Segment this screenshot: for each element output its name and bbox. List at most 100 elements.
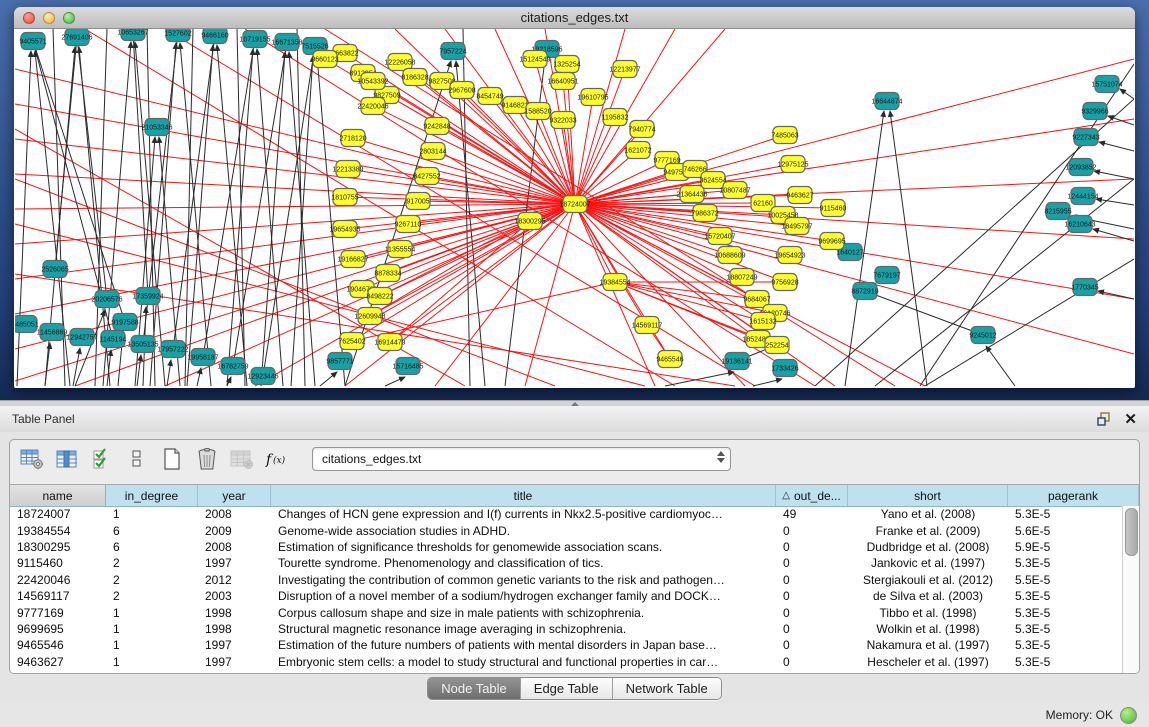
graph-node[interactable]: 10543392 [357, 73, 388, 90]
table-cell[interactable]: 2003 [198, 589, 271, 603]
column-header-title[interactable]: title [271, 485, 776, 506]
table-cell[interactable]: Corpus callosum shape and size in male p… [271, 606, 776, 620]
graph-node[interactable]: 16644874 [871, 93, 902, 110]
column-header-in_degree[interactable]: in_degree [106, 485, 198, 506]
table-cell[interactable]: Tibbo et al. (1998) [848, 606, 1008, 620]
row-height-button[interactable] [125, 446, 149, 472]
new-table-button[interactable] [160, 446, 184, 472]
table-row[interactable]: 1938455462009Genome-wide association stu… [10, 522, 1123, 538]
graph-node[interactable]: 15720407 [704, 228, 735, 245]
table-cell[interactable]: Stergiakouli et al. (2012) [848, 573, 1008, 587]
graph-node[interactable]: 22420046 [357, 98, 388, 115]
graph-node[interactable]: 7625402 [338, 333, 365, 350]
table-selector-dropdown[interactable]: citations_edges.txt [312, 447, 731, 471]
graph-node[interactable]: 9465546 [656, 351, 683, 368]
float-panel-button[interactable] [1097, 412, 1112, 427]
tab-edge-table[interactable]: Edge Table [521, 678, 613, 699]
close-panel-button[interactable]: ✕ [1124, 412, 1137, 427]
graph-node[interactable]: 252254 [765, 337, 789, 354]
graph-node[interactable]: 7986372 [691, 205, 718, 222]
table-cell[interactable]: Nakamura et al. (1997) [848, 638, 1008, 652]
zoom-window-button[interactable] [63, 12, 75, 24]
graph-node[interactable]: 2526065 [41, 261, 68, 278]
graph-node[interactable]: 19958187 [187, 349, 218, 366]
graph-node[interactable]: 19136141 [721, 353, 752, 370]
graph-node[interactable]: 19166827 [337, 251, 368, 268]
graph-node[interactable]: 2718120 [339, 130, 366, 147]
column-header-pagerank[interactable]: pagerank [1008, 485, 1139, 506]
graph-node[interactable]: 19654935 [329, 221, 360, 238]
graph-node[interactable]: 8878334 [374, 265, 401, 282]
table-cell[interactable]: 0 [776, 655, 848, 669]
table-cell[interactable]: 2012 [198, 573, 271, 587]
black-edge[interactable] [203, 39, 255, 357]
function-builder-button[interactable]: f (x) [265, 446, 295, 472]
table-cell[interactable]: 1997 [198, 556, 271, 570]
table-cell[interactable]: 2008 [198, 540, 271, 554]
table-row[interactable]: 977716911998Corpus callosum shape and si… [10, 604, 1123, 620]
table-cell[interactable]: 1 [106, 655, 198, 669]
table-cell[interactable]: 5.3E-5 [1008, 589, 1123, 603]
graph-node[interactable]: 15751074 [1091, 76, 1122, 93]
graph-node[interactable]: 9466160 [201, 29, 228, 44]
graph-node[interactable]: 9227343 [1072, 129, 1099, 146]
graph-node[interactable]: 7679197 [873, 267, 900, 284]
graph-node[interactable]: 15124549 [519, 51, 550, 68]
graph-node[interactable]: 18807249 [726, 269, 757, 286]
graph-node[interactable]: 16914479 [374, 334, 405, 351]
graph-node[interactable]: 12942757 [66, 329, 97, 346]
table-cell[interactable]: 2008 [198, 507, 271, 521]
graph-node[interactable]: 9660123 [311, 51, 338, 68]
table-cell[interactable]: 0 [776, 524, 848, 538]
table-cell[interactable]: 1998 [198, 622, 271, 636]
table-cell[interactable]: 18724007 [10, 507, 106, 521]
table-cell[interactable]: 9465546 [10, 638, 106, 652]
graph-node[interactable]: 8454749 [476, 88, 503, 105]
graph-node[interactable]: 14569117 [632, 317, 663, 334]
table-cell[interactable]: 1 [106, 606, 198, 620]
table-cell[interactable]: de Silva et al. (2003) [848, 589, 1008, 603]
table-cell[interactable]: 1997 [198, 638, 271, 652]
select-columns-button[interactable] [55, 446, 79, 472]
table-settings-button[interactable] [20, 446, 44, 472]
table-cell[interactable]: Dudbridge et al. (2008) [848, 540, 1008, 554]
table-cell[interactable]: Yano et al. (2008) [848, 507, 1008, 521]
table-cell[interactable]: 0 [776, 589, 848, 603]
table-cell[interactable]: 5.5E-5 [1008, 573, 1123, 587]
table-cell[interactable]: 5.3E-5 [1008, 556, 1123, 570]
red-edge[interactable] [373, 106, 575, 204]
table-row[interactable]: 1830029562008Estimation of significance … [10, 539, 1123, 555]
table-cell[interactable]: 18300295 [10, 540, 106, 554]
black-edge[interactable] [33, 41, 125, 322]
graph-node[interactable]: 9197588 [111, 314, 138, 331]
table-cell[interactable]: 1 [106, 622, 198, 636]
table-cell[interactable]: 5.3E-5 [1008, 655, 1123, 669]
graph-node[interactable]: 15716485 [392, 358, 423, 375]
table-cell[interactable]: 1998 [198, 606, 271, 620]
table-cell[interactable]: 14569117 [10, 589, 106, 603]
table-cell[interactable]: Embryonic stem cells: a model to study s… [271, 655, 776, 669]
graph-node[interactable]: 9329966 [1081, 103, 1108, 120]
table-cell[interactable]: Estimation of significance thresholds fo… [271, 540, 776, 554]
graph-node[interactable]: 10653267 [117, 29, 148, 41]
table-cell[interactable]: Genome-wide association studies in ADHD. [271, 524, 776, 538]
graph-node[interactable]: 917005 [406, 193, 430, 210]
graph-node[interactable]: 9857771 [326, 353, 353, 370]
graph-node[interactable]: 1733426 [771, 360, 798, 377]
graph-node[interactable]: 8872919 [851, 283, 878, 300]
graph-node[interactable]: 19654923 [774, 247, 805, 264]
graph-node[interactable]: 21053346 [141, 119, 172, 136]
graph-node[interactable]: 1325254 [553, 56, 580, 73]
table-cell[interactable]: 9777169 [10, 606, 106, 620]
table-cell[interactable]: 5.3E-5 [1008, 507, 1123, 521]
table-cell[interactable]: 9115460 [10, 556, 106, 570]
delete-table-button[interactable] [230, 446, 254, 472]
graph-node[interactable]: 7485063 [771, 127, 798, 144]
table-cell[interactable]: 49 [776, 507, 848, 521]
graph-node[interactable]: 12213389 [332, 161, 363, 178]
table-row[interactable]: 946554611997Estimation of the future num… [10, 637, 1123, 653]
graph-node[interactable]: 1485051 [15, 316, 39, 333]
graph-node[interactable]: 17957222 [157, 341, 188, 358]
graph-node[interactable]: 18724007 [559, 196, 590, 213]
graph-node[interactable]: 9405571 [19, 33, 46, 50]
